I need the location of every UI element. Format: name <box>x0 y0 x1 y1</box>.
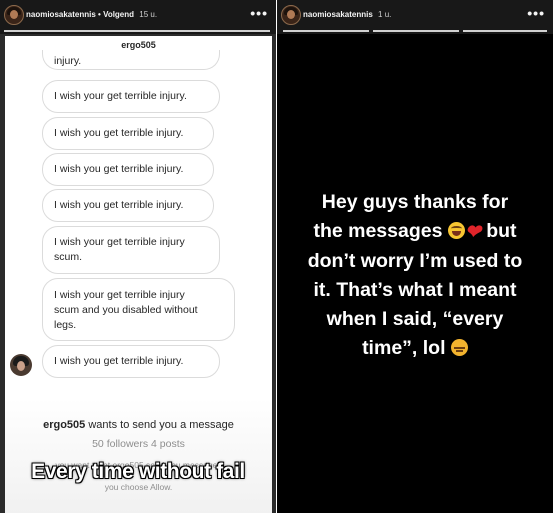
story-caption: Every time without fail <box>31 460 245 483</box>
message-text: legs. <box>54 319 77 331</box>
account-name[interactable]: naomiosakatennis • Volgend 15 u. <box>26 10 157 19</box>
username[interactable]: naomiosakatennis <box>303 10 373 19</box>
story-text-line: it. That’s what I meant <box>313 279 517 301</box>
story-text-fragment: but <box>486 220 517 242</box>
message-text: I wish you get terrible injury. <box>54 199 184 211</box>
message-text: scum and you disabled without <box>54 304 198 316</box>
sender-avatar <box>10 354 32 376</box>
story-text-line: when I said, “every <box>326 308 504 330</box>
story-text: Hey guys thanks for the messages ❤ but d… <box>291 188 539 363</box>
message-text: I wish your get terrible injury <box>54 289 185 301</box>
message-bubble: I wish your get terrible injury. <box>42 80 220 113</box>
more-options-icon[interactable]: ••• <box>527 5 545 21</box>
story-progress-segment <box>373 30 459 32</box>
message-bubble: I wish your get terrible injury scum and… <box>42 278 235 341</box>
right-story-panel[interactable]: naomiosakatennis 1 u. ••• Hey guys thank… <box>277 0 553 513</box>
story-text-fragment: time”, lol <box>362 337 446 359</box>
message-bubble: I wish you get terrible injury. <box>42 345 220 378</box>
story-progress-bar <box>4 30 270 32</box>
story-text-line: don’t worry I’m used to <box>307 250 523 272</box>
message-bubble: I wish your get terrible injury scum. <box>42 226 220 274</box>
request-overlay <box>5 398 272 513</box>
dm-screenshot: ergo505 injury. I wish your get terrible… <box>5 36 272 513</box>
story-text-line: the messages ❤ but <box>291 217 539 247</box>
story-header: naomiosakatennis 1 u. ••• <box>277 0 553 34</box>
message-text: I wish your get terrible injury. <box>54 90 187 102</box>
follow-status: • Volgend <box>98 10 135 19</box>
heart-emoji-icon: ❤ <box>464 222 481 243</box>
request-text: wants to send you a message <box>88 419 234 431</box>
message-bubble: I wish you get terrible injury. <box>42 117 214 150</box>
message-text: I wish you get terrible injury. <box>54 163 184 175</box>
message-bubble: I wish you get terrible injury. <box>42 153 214 186</box>
account-name[interactable]: naomiosakatennis 1 u. <box>303 10 391 19</box>
request-username: ergo505 <box>43 419 86 431</box>
profile-avatar[interactable] <box>4 5 24 25</box>
post-time: 15 u. <box>139 10 158 19</box>
message-text: injury. <box>54 55 82 67</box>
message-text: I wish your get terrible injury <box>54 236 185 248</box>
request-stats: 50 followers 4 posts <box>92 438 185 450</box>
more-options-icon[interactable]: ••• <box>250 5 268 21</box>
angry-emoji-icon <box>450 339 468 356</box>
laughing-emoji-icon <box>447 222 465 239</box>
message-text: scum. <box>54 251 83 263</box>
story-header: naomiosakatennis • Volgend 15 u. ••• <box>0 0 276 34</box>
username[interactable]: naomiosakatennis <box>26 10 96 19</box>
left-story-panel[interactable]: naomiosakatennis • Volgend 15 u. ••• erg… <box>0 0 276 513</box>
message-bubble: injury. <box>42 50 220 70</box>
message-text: I wish you get terrible injury. <box>54 355 184 367</box>
message-request-line: ergo505 wants to send you a message <box>5 419 272 431</box>
story-text-line: time”, lol <box>291 334 539 363</box>
request-info: you choose Allow. <box>104 482 173 492</box>
post-time: 1 u. <box>378 10 392 19</box>
message-bubble: I wish you get terrible injury. <box>42 189 214 222</box>
story-text-line: Hey guys thanks for <box>321 191 509 213</box>
message-text: I wish you get terrible injury. <box>54 127 184 139</box>
story-progress-segment <box>283 30 369 32</box>
story-text-fragment: the messages <box>313 220 443 242</box>
story-progress-segment <box>463 30 547 32</box>
profile-avatar[interactable] <box>281 5 301 25</box>
dm-title: ergo505 <box>121 40 156 50</box>
